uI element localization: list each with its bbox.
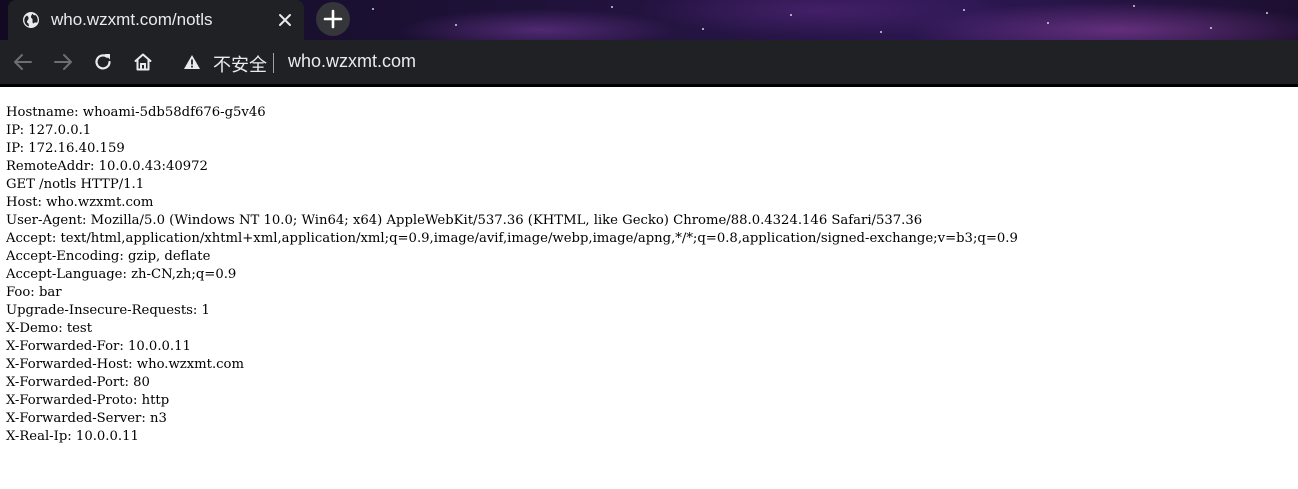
text-line: X-Forwarded-For: 10.0.0.11 <box>6 339 191 354</box>
text-line: X-Forwarded-Server: n3 <box>6 411 167 426</box>
background-star <box>1266 12 1268 14</box>
reload-button[interactable] <box>92 51 114 73</box>
background-star <box>372 8 374 10</box>
home-icon <box>134 53 152 71</box>
tab-title: who.wzxmt.com/notls <box>51 10 213 29</box>
arrow-right-icon <box>54 54 72 70</box>
background-star <box>790 14 792 16</box>
text-line: Accept-Language: zh-CN,zh;q=0.9 <box>6 267 237 282</box>
text-line: Host: who.wzxmt.com <box>6 195 154 210</box>
text-line: RemoteAddr: 10.0.0.43:40972 <box>6 159 208 174</box>
text-line: Accept: text/html,application/xhtml+xml,… <box>6 231 1018 246</box>
forward-button[interactable] <box>52 51 74 73</box>
background-star <box>1047 22 1049 24</box>
background-star <box>963 9 965 11</box>
new-tab-button[interactable] <box>316 2 350 36</box>
home-button[interactable] <box>132 51 154 73</box>
text-line: Foo: bar <box>6 285 62 300</box>
reload-icon <box>95 54 111 70</box>
omnibox-divider <box>273 53 274 73</box>
text-line: Upgrade-Insecure-Requests: 1 <box>6 303 210 318</box>
background-star <box>702 28 704 30</box>
arrow-left-icon <box>14 54 32 70</box>
tab-strip: who.wzxmt.com/notls <box>0 0 1298 40</box>
background-star <box>1133 5 1135 7</box>
text-line: IP: 172.16.40.159 <box>6 141 125 156</box>
back-button[interactable] <box>12 51 34 73</box>
text-line: X-Real-Ip: 10.0.0.11 <box>6 429 139 444</box>
plus-icon <box>323 9 343 29</box>
text-line: Accept-Encoding: gzip, deflate <box>6 249 211 264</box>
background-star <box>1210 27 1212 29</box>
text-line: User-Agent: Mozilla/5.0 (Windows NT 10.0… <box>6 213 923 228</box>
background-star <box>880 31 882 33</box>
background-star <box>455 24 457 26</box>
text-line: X-Forwarded-Host: who.wzxmt.com <box>6 357 244 372</box>
close-icon[interactable] <box>276 11 294 29</box>
globe-icon <box>22 11 40 29</box>
url-text[interactable]: who.wzxmt.com <box>288 51 416 72</box>
toolbar-divider <box>0 84 1298 87</box>
address-bar[interactable]: 不安全 who.wzxmt.com <box>172 44 1298 80</box>
background-star <box>611 6 613 8</box>
page-content: Hostname: whoami-5db58df676-g5v46 IP: 12… <box>6 104 1286 446</box>
text-line: X-Forwarded-Port: 80 <box>6 375 150 390</box>
text-line: Hostname: whoami-5db58df676-g5v46 <box>6 105 266 120</box>
warning-icon[interactable] <box>183 54 201 70</box>
security-label[interactable]: 不安全 <box>213 51 267 77</box>
browser-toolbar: 不安全 who.wzxmt.com <box>0 40 1298 84</box>
text-line: IP: 127.0.0.1 <box>6 123 92 138</box>
browser-tab[interactable]: who.wzxmt.com/notls <box>8 0 304 40</box>
text-line: X-Forwarded-Proto: http <box>6 393 170 408</box>
text-line: GET /notls HTTP/1.1 <box>6 177 145 192</box>
text-line: X-Demo: test <box>6 321 93 336</box>
